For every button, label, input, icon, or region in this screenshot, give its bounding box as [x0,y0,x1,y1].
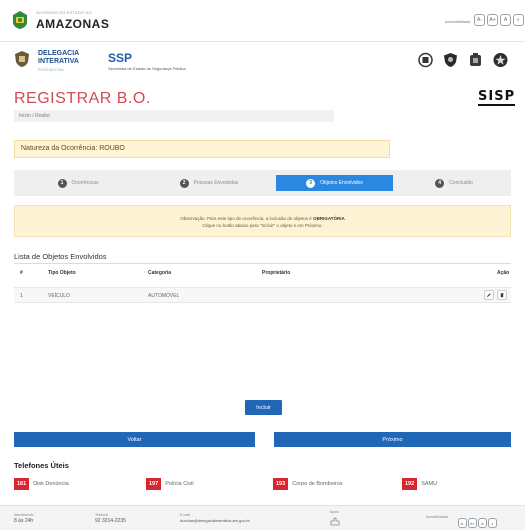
phone-corpo-bombeiros[interactable]: 193 Corpo de Bombeiros [273,478,343,490]
gov-name: AMAZONAS [36,17,110,31]
phone-label: Disk Denúncia [33,481,69,487]
notice-line1: Observação: Para este tipo de ocorrência… [180,216,345,221]
footer-accessibility-buttons: A- A+ A ◐ [458,518,497,528]
shield-seal-icon [444,53,457,67]
col-header-proprietario: Proprietário [262,270,291,276]
brand-header: DELEGACIA INTERATIVA POLÍCIA CIVIL SSP S… [0,42,525,78]
phone-label: Polícia Civil [165,481,194,487]
col-header-num: # [20,270,23,276]
objects-list-title: Lista de Objetos Envolvidos [14,252,107,261]
di-line1: DELEGACIA [38,50,80,57]
step-label: Pessoas Envolvidas [193,180,239,186]
phone-number: 197 [146,478,162,490]
phone-label: Corpo de Bombeiros [292,481,343,487]
phone-number: 193 [273,478,289,490]
divider [14,263,511,264]
amazonas-coat-of-arms-icon [13,11,27,29]
footer-email-caption: E-mail [180,513,190,517]
crest-seal-icon [470,53,481,66]
step-number: 4 [435,178,445,188]
phone-disk-denuncia[interactable]: 181 Disk Denúncia [14,478,69,490]
include-object-button[interactable]: Incluir [245,400,282,415]
phone-policia-civil[interactable]: 197 Polícia Civil [146,478,194,490]
cell-categoria: AUTOMÓVEL [148,293,180,299]
delete-button[interactable] [497,290,507,300]
police-badge-icon [15,51,29,67]
agency-logos [418,52,508,68]
wizard-steps: 1 Ocorrências 2 Pessoas Envolvidas 3 Obj… [14,170,511,196]
breadcrumb: Início / Roubo [14,110,334,122]
step-number: 1 [57,178,67,188]
step-ocorrencias[interactable]: 1 Ocorrências [28,175,128,191]
font-increase-button[interactable]: A+ [487,14,498,26]
footer-hours-value: 8 às 24h [14,518,34,524]
font-reset-button[interactable]: A [500,14,511,26]
ssp-subtitle: Secretaria de Estado de Segurança Públic… [108,66,186,71]
step-objetos-envolvidos[interactable]: 3 Objetos Envolvidos [276,175,393,191]
footer-email: E-mail duvidas@delegaciainterativa.am.go… [180,513,250,523]
edit-button[interactable] [484,290,494,300]
phone-samu[interactable]: 192 SAMU [402,478,437,490]
footer-font-increase-button[interactable]: A+ [468,518,477,528]
circle-seal-icon [418,52,433,68]
col-header-tipo: Tipo Objeto [48,270,76,276]
footer-font-decrease-button[interactable]: A- [458,518,467,528]
footer-font-reset-button[interactable]: A [478,518,487,528]
top-header: GOVERNO DO ESTADO DO AMAZONAS Acessibili… [0,0,525,42]
step-pessoas-envolvidas[interactable]: 2 Pessoas Envolvidas [154,175,264,191]
back-button[interactable]: Voltar [14,432,255,447]
col-header-categoria: Categoria [148,270,172,276]
required-objects-notice: Observação: Para este tipo de ocorrência… [14,205,511,237]
footer-phone: Telefone 92 3214-2235 [95,513,126,524]
contrast-button[interactable]: ◐ [513,14,524,26]
sisp-logo: SISP [478,89,516,106]
footer: Atendimento 8 às 24h Telefone 92 3214-22… [0,505,525,530]
useful-phones-title: Telefones Úteis [14,461,69,470]
col-header-acao: Ação [497,270,510,276]
step-number: 3 [306,178,316,188]
next-button[interactable]: Próximo [274,432,511,447]
step-label: Conclusão [449,180,473,186]
footer-contrast-button[interactable]: ◐ [488,518,497,528]
footer-email-value[interactable]: duvidas@delegaciainterativa.am.gov.br [180,518,250,523]
font-decrease-button[interactable]: A- [474,14,485,26]
footer-accessibility-label: Acessibilidade [426,515,449,519]
notice-line2: Clique no botão abaixo para "Incluir" o … [202,223,323,228]
trash-icon [500,293,504,298]
ssp-logo: SSP [108,51,133,65]
gov-subtitle: GOVERNO DO ESTADO DO [36,10,92,15]
di-line3: POLÍCIA CIVIL [38,67,65,72]
step-number: 2 [179,178,189,188]
accessibility-label: Acessibilidade [445,19,471,24]
star-seal-icon [493,53,508,67]
phone-label: SAMU [421,481,438,487]
footer-hours: Atendimento 8 às 24h [14,513,34,524]
footer-app-caption: Apoio [330,510,339,514]
accessibility-buttons: A- A+ A ◐ [474,14,524,26]
footer-phone-caption: Telefone [95,513,109,517]
notice-strong: OBRIGATÓRIA [313,216,345,221]
cell-num: 1 [20,293,23,299]
footer-phone-value: 92 3214-2235 [95,518,126,524]
delegacia-interativa-logo: DELEGACIA INTERATIVA POLÍCIA CIVIL [38,50,79,74]
page-title: REGISTRAR B.O. [14,90,151,107]
phone-number: 192 [402,478,418,490]
step-label: Ocorrências [71,180,99,186]
phone-number: 181 [14,478,30,490]
step-conclusao[interactable]: 4 Conclusão [404,175,504,191]
occurrence-nature-box: Natureza da Ocorrência: ROUBO [14,140,390,158]
hand-support-icon [330,517,340,526]
step-label: Objetos Envolvidos [320,180,363,186]
footer-hours-caption: Atendimento [14,513,34,517]
table-row: 1 VEÍCULO AUTOMÓVEL [14,287,511,303]
cell-tipo: VEÍCULO [48,293,70,299]
pencil-icon [487,293,491,297]
di-line2: INTERATIVA [38,58,79,65]
